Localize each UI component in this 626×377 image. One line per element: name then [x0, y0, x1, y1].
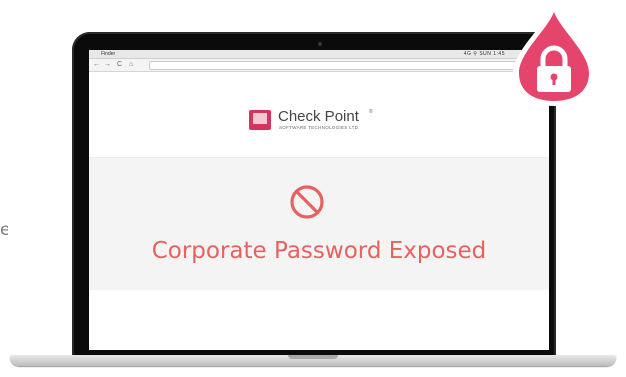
logo-name: Check Point: [278, 108, 359, 125]
laptop-base: [10, 355, 616, 366]
os-menubar: Finder 4G ⚲ SUN 1:45: [89, 50, 549, 59]
page-lower-area: [89, 290, 549, 350]
logo-trademark: ®: [369, 109, 373, 115]
laptop-base-notch: [288, 355, 338, 359]
laptop-screen: Finder 4G ⚲ SUN 1:45 ← → C ⌂ Check Point…: [89, 50, 549, 350]
address-bar[interactable]: [149, 61, 531, 70]
camera-icon: [318, 42, 322, 46]
side-text-fragment: e: [0, 220, 8, 240]
menubar-status: 4G ⚲ SUN 1:45: [463, 51, 505, 57]
lock-icon: [513, 5, 595, 106]
reload-icon[interactable]: C: [117, 60, 122, 70]
back-icon[interactable]: ←: [93, 60, 100, 70]
forward-icon[interactable]: →: [104, 60, 111, 70]
browser-toolbar: ← → C ⌂: [89, 59, 549, 72]
home-icon[interactable]: ⌂: [129, 60, 133, 70]
blocked-icon: [290, 185, 324, 219]
menubar-app-name[interactable]: Finder: [101, 50, 115, 58]
alert-panel: Corporate Password Exposed: [89, 158, 549, 290]
alert-message: Corporate Password Exposed: [151, 238, 487, 264]
check-point-logo-mark: [249, 110, 271, 130]
logo-subtitle: SOFTWARE TECHNOLOGIES LTD.: [279, 125, 360, 130]
